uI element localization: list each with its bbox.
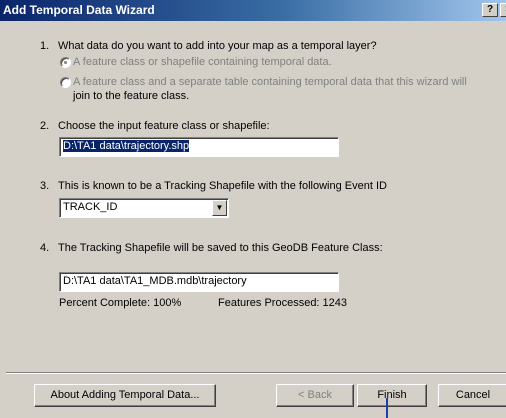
mouse-cursor [386, 398, 388, 418]
option-feature-class-label: A feature class or shapefile containing … [73, 56, 332, 68]
q3-text: This is known to be a Tracking Shapefile… [58, 180, 387, 192]
q2-text: Choose the input feature class or shapef… [58, 120, 270, 132]
q4-text: The Tracking Shapefile will be saved to … [58, 242, 383, 254]
q3-number: 3. [40, 180, 50, 192]
q2-number: 2. [40, 120, 50, 132]
radio-feature-class-and-table[interactable] [60, 77, 71, 88]
about-temporal-data-button[interactable]: About Adding Temporal Data... [34, 384, 216, 407]
back-button[interactable]: < Back [276, 384, 354, 407]
window-title: Add Temporal Data Wizard [3, 3, 155, 17]
q1-text: What data do you want to add into your m… [58, 40, 377, 52]
percent-complete: Percent Complete: 100% [59, 297, 182, 309]
finish-button[interactable]: Finish [357, 384, 427, 407]
q4-number: 4. [40, 242, 50, 254]
help-button[interactable]: ? [482, 3, 498, 17]
title-bar: Add Temporal Data Wizard ? × [0, 0, 506, 21]
input-feature-class-field[interactable]: D:\TA1 data\trajectory.shp [59, 137, 339, 157]
close-button[interactable]: × [500, 3, 506, 17]
option-table-label-line1: A feature class and a separate table con… [73, 76, 467, 88]
event-id-value: TRACK_ID [63, 201, 118, 213]
option-table-label-line2: join to the feature class. [73, 90, 190, 102]
wizard-window: Add Temporal Data Wizard ? × 1. What dat… [0, 0, 506, 418]
separator [6, 372, 506, 374]
event-id-dropdown[interactable]: TRACK_ID ▼ [59, 198, 229, 218]
chevron-down-icon[interactable]: ▼ [212, 200, 227, 216]
radio-dot [64, 61, 67, 64]
cancel-button[interactable]: Cancel [438, 384, 506, 407]
output-geodb-value: D:\TA1 data\TA1_MDB.mdb\trajectory [63, 275, 247, 287]
radio-feature-class[interactable] [60, 57, 71, 68]
q1-number: 1. [40, 40, 50, 52]
output-geodb-field[interactable]: D:\TA1 data\TA1_MDB.mdb\trajectory [59, 272, 339, 292]
features-processed: Features Processed: 1243 [218, 297, 348, 309]
input-feature-class-value: D:\TA1 data\trajectory.shp [63, 140, 190, 152]
